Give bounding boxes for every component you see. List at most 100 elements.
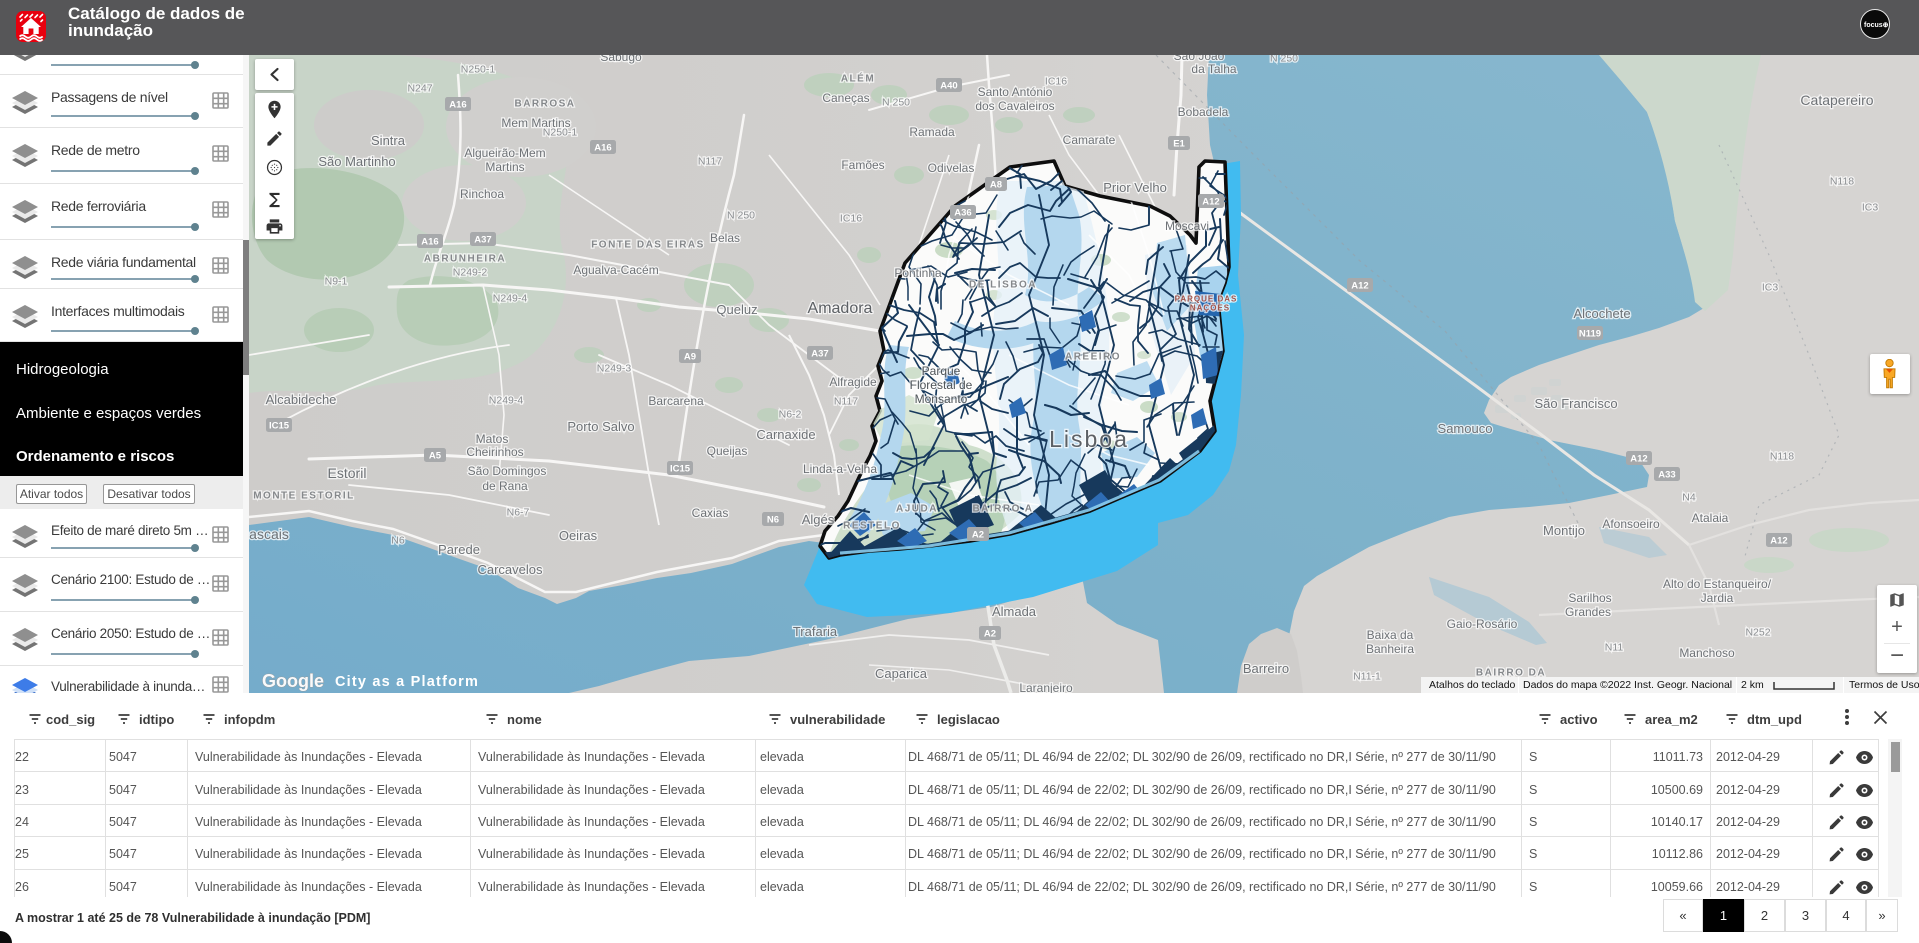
svg-text:Lisboa: Lisboa	[1049, 426, 1129, 452]
svg-text:ALÉM: ALÉM	[841, 72, 875, 85]
svg-text:Martins: Martins	[485, 160, 524, 174]
svg-text:Monsanto: Monsanto	[915, 392, 968, 406]
svg-text:Laranjeiro: Laranjeiro	[1019, 681, 1073, 693]
svg-text:N249-3: N249-3	[597, 363, 632, 375]
svg-text:Trafaria: Trafaria	[793, 624, 838, 639]
svg-text:Pontinha: Pontinha	[894, 266, 942, 280]
svg-text:BAIRRO A: BAIRRO A	[972, 504, 1033, 515]
svg-text:Odivelas: Odivelas	[928, 161, 975, 175]
svg-text:Afonsoeiro: Afonsoeiro	[1602, 517, 1660, 531]
svg-text:São João: São João	[1174, 55, 1225, 63]
svg-text:N6-2: N6-2	[779, 409, 802, 421]
svg-text:Porto Salvo: Porto Salvo	[567, 419, 634, 434]
svg-text:N6-7: N6-7	[507, 507, 530, 519]
svg-text:N117: N117	[698, 156, 722, 168]
svg-text:Belas: Belas	[710, 231, 740, 245]
svg-text:Samouco: Samouco	[1438, 421, 1493, 436]
svg-text:N250-1: N250-1	[543, 127, 578, 139]
svg-text:N247: N247	[407, 83, 432, 95]
svg-text:Jardia: Jardia	[1701, 591, 1734, 605]
svg-text:Sintra: Sintra	[371, 133, 406, 148]
svg-text:Grandes: Grandes	[1565, 605, 1611, 619]
svg-text:N6: N6	[391, 535, 405, 547]
svg-text:Rinchoa: Rinchoa	[460, 187, 504, 201]
svg-text:São Domingos: São Domingos	[468, 464, 547, 478]
svg-text:N4: N4	[1682, 492, 1696, 504]
svg-text:A12: A12	[1630, 454, 1647, 465]
svg-text:IC3: IC3	[1862, 202, 1879, 214]
svg-text:NAÇÕES: NAÇÕES	[1190, 304, 1230, 313]
svg-text:A12: A12	[1351, 281, 1368, 292]
svg-text:Agualva-Cacém: Agualva-Cacém	[573, 263, 658, 277]
svg-text:Algés: Algés	[802, 512, 835, 527]
svg-text:A40: A40	[940, 81, 957, 92]
svg-text:Santo António: Santo António	[978, 85, 1053, 99]
svg-text:Alcochete: Alcochete	[1573, 306, 1630, 321]
svg-text:Almada: Almada	[992, 604, 1037, 619]
svg-text:A16: A16	[421, 237, 438, 248]
svg-text:IC3: IC3	[1762, 282, 1779, 294]
svg-text:Alcabideche: Alcabideche	[266, 392, 337, 407]
svg-text:Alto do Estanqueiro/: Alto do Estanqueiro/	[1663, 577, 1772, 591]
svg-text:E1: E1	[1173, 139, 1185, 150]
svg-text:N119: N119	[1579, 329, 1601, 340]
svg-text:N9-1: N9-1	[325, 276, 348, 288]
svg-text:N249-2: N249-2	[453, 267, 488, 279]
svg-text:A12: A12	[1770, 536, 1787, 547]
svg-text:de Rana: de Rana	[482, 479, 528, 493]
svg-text:Estoril: Estoril	[328, 465, 367, 481]
svg-text:N11: N11	[1605, 642, 1624, 654]
svg-text:RESTELO: RESTELO	[843, 521, 901, 532]
svg-text:ABRUNHEIRA: ABRUNHEIRA	[424, 254, 506, 265]
svg-text:Caxias: Caxias	[692, 506, 729, 520]
svg-text:A33: A33	[1658, 470, 1675, 481]
svg-text:A8: A8	[990, 180, 1002, 191]
svg-text:N 250: N 250	[1270, 55, 1298, 65]
svg-text:Banheira: Banheira	[1366, 642, 1414, 656]
svg-text:A9: A9	[684, 352, 696, 363]
svg-text:A5: A5	[429, 451, 442, 462]
svg-text:IC16: IC16	[1045, 76, 1067, 88]
svg-text:Queijas: Queijas	[707, 444, 748, 458]
svg-text:Gaio-Rosário: Gaio-Rosário	[1447, 617, 1518, 631]
svg-text:N117: N117	[834, 396, 858, 408]
svg-text:A2: A2	[972, 530, 984, 541]
svg-text:Camarate: Camarate	[1063, 133, 1116, 147]
svg-text:MONTE ESTORIL: MONTE ESTORIL	[253, 491, 355, 502]
svg-text:AJUDA: AJUDA	[896, 504, 938, 515]
svg-text:IC15: IC15	[670, 464, 691, 475]
svg-text:N11-1: N11-1	[1353, 671, 1381, 683]
svg-text:PARQUE DAS: PARQUE DAS	[1175, 295, 1238, 304]
svg-text:Parede: Parede	[438, 542, 480, 557]
svg-text:Oeiras: Oeiras	[559, 528, 598, 543]
svg-text:Linda-a-Velha: Linda-a-Velha	[803, 462, 877, 476]
svg-text:Ramada: Ramada	[909, 125, 955, 139]
svg-text:N 250: N 250	[727, 210, 755, 222]
svg-text:Cheirinhos: Cheirinhos	[466, 445, 523, 459]
svg-text:Algueirão-Mem: Algueirão-Mem	[464, 146, 545, 160]
svg-text:N249-4: N249-4	[493, 293, 528, 305]
svg-text:N118: N118	[1830, 176, 1854, 188]
svg-text:N118: N118	[1770, 451, 1794, 463]
svg-text:IC16: IC16	[840, 213, 862, 225]
svg-text:FONTE DAS EIRAS: FONTE DAS EIRAS	[591, 240, 705, 251]
svg-text:Bobadela: Bobadela	[1178, 105, 1229, 119]
svg-text:A37: A37	[474, 235, 491, 246]
svg-text:Parque: Parque	[922, 364, 961, 378]
svg-text:Amadora: Amadora	[808, 300, 873, 317]
svg-text:N252: N252	[1745, 627, 1770, 639]
svg-text:Prior Velho: Prior Velho	[1103, 180, 1167, 195]
svg-text:Caneças: Caneças	[822, 91, 869, 105]
svg-text:Carcavelos: Carcavelos	[477, 562, 543, 577]
svg-text:DE LISBOA: DE LISBOA	[969, 280, 1037, 291]
svg-text:A12: A12	[1202, 197, 1219, 208]
svg-text:Sabugo: Sabugo	[600, 55, 642, 64]
svg-text:N250-1: N250-1	[461, 64, 496, 76]
svg-text:N6: N6	[767, 515, 779, 526]
svg-text:da Talha: da Talha	[1191, 62, 1236, 76]
svg-text:A16: A16	[449, 100, 466, 111]
svg-text:Barreiro: Barreiro	[1243, 661, 1289, 676]
svg-text:Barcarena: Barcarena	[648, 394, 704, 408]
svg-text:City as a Platform: City as a Platform	[335, 674, 479, 690]
svg-text:dos Cavaleiros: dos Cavaleiros	[975, 99, 1054, 113]
